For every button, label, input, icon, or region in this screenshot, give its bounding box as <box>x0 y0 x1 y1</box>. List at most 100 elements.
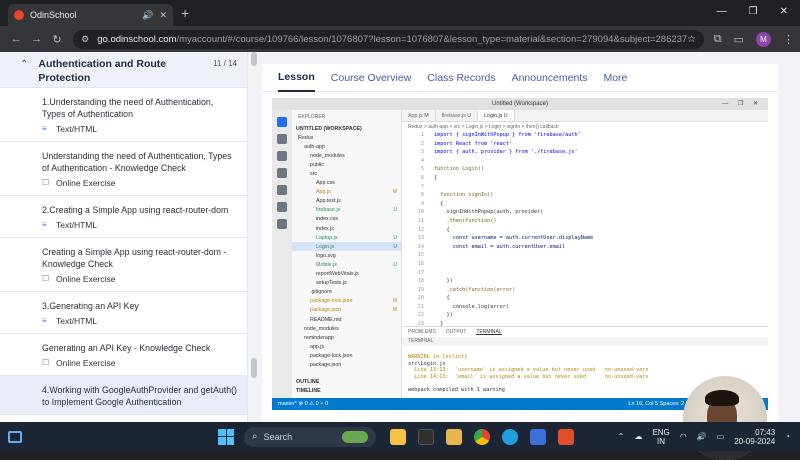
language-indicator[interactable]: ENG IN <box>652 428 669 446</box>
reload-icon[interactable]: ↻ <box>47 33 67 46</box>
bookmark-star-icon[interactable]: ☆ <box>687 34 696 45</box>
tab-announcements[interactable]: Announcements <box>512 64 588 92</box>
document-icon: ≡ <box>42 316 47 325</box>
code-lines: 1 import { signInWithPopup } from 'fireba… <box>402 131 768 337</box>
new-tab-icon[interactable]: + <box>181 5 189 21</box>
document-icon: ≡ <box>42 124 47 133</box>
code-line: 5 function Login() <box>420 166 484 173</box>
system-tray: ⌃ ☁ ENG IN ◠ 🔊 ▭ 07:43 20-09-2024 ◔ <box>618 428 800 446</box>
panel-tab: OUTPUT <box>445 329 467 335</box>
taskbar-search[interactable]: ⌕ Search <box>244 426 376 447</box>
tab-class-records[interactable]: Class Records <box>427 64 495 92</box>
store-icon[interactable] <box>530 428 546 445</box>
address-bar[interactable]: ⚙ go.odinschool.com/myaccount/#/course/1… <box>73 29 704 49</box>
restore-icon[interactable]: ❐ <box>749 6 758 17</box>
terminal-line: Line 13:13: 'username' is assigned a val… <box>408 367 649 374</box>
code-line: 12 { <box>417 226 450 233</box>
explorer-folder: src <box>310 171 318 178</box>
profile-avatar[interactable]: M <box>756 31 772 47</box>
panel-tab: PROBLEMS <box>408 329 436 335</box>
remote-icon <box>277 219 287 229</box>
lesson-title: Understanding the need of Authentication… <box>42 151 232 173</box>
site-info-icon[interactable]: ⚙ <box>81 34 89 45</box>
edge-icon[interactable] <box>502 428 518 445</box>
file-explorer-icon[interactable] <box>446 428 462 445</box>
terminal-line: src\Login.js <box>408 360 446 367</box>
chevron-up-icon[interactable]: ⌃ <box>20 59 28 70</box>
lesson-type: ≡ Text/HTML <box>42 316 98 326</box>
code-line: 20 { <box>417 295 450 302</box>
start-button[interactable] <box>218 428 234 445</box>
extensions-icon[interactable]: ⧉ <box>714 33 722 46</box>
explorer-file: index.js <box>316 225 334 232</box>
back-icon[interactable]: ← <box>6 33 26 45</box>
widgets-icon[interactable] <box>8 430 22 443</box>
code-line: 8 function signIn() <box>420 192 494 199</box>
tab-title: OdinSchool <box>30 10 77 20</box>
scrollbar-thumb[interactable] <box>251 358 257 378</box>
lesson-title: Creating a Simple App using react-router… <box>42 247 227 269</box>
explorer-file: package-lock.json <box>310 352 353 359</box>
lesson-video[interactable]: Untitled (Workspace) — ❐ ✕ EXPLORER UNTI… <box>272 98 768 410</box>
close-window-icon[interactable]: ✕ <box>780 6 788 17</box>
forward-icon[interactable]: → <box>26 33 46 45</box>
search-placeholder: Search <box>263 431 293 442</box>
brave-icon[interactable] <box>558 428 574 445</box>
clock[interactable]: 07:43 20-09-2024 <box>734 428 775 446</box>
explorer-folder: auth-app <box>304 143 325 150</box>
editor-tabs: App.js Mfirebase.js U Login.js U <box>402 110 768 122</box>
volume-icon[interactable]: 🔊 <box>697 432 707 441</box>
browser-tab[interactable]: OdinSchool 🔊 ✕ <box>8 4 173 26</box>
page-content: ⌃ Authentication and Route Protection 11… <box>0 52 800 460</box>
copilot-icon[interactable] <box>390 428 406 445</box>
tab-course-overview[interactable]: Course Overview <box>331 64 412 92</box>
close-icon[interactable]: ✕ <box>159 10 167 21</box>
exercise-icon: ☐ <box>42 358 50 367</box>
window-title: Untitled (Workspace) <box>492 101 548 107</box>
lesson-item[interactable]: 3.Generating an API Key ≡ Text/HTML <box>0 292 247 334</box>
lesson-item[interactable]: Generating an API Key - Knowledge Check ☐… <box>0 334 247 376</box>
explorer-file: Mobile.js U <box>316 261 397 268</box>
minimize-icon[interactable]: — <box>717 6 727 17</box>
source-control-icon <box>277 151 287 161</box>
section-header[interactable]: ⌃ Authentication and Route Protection 11… <box>0 52 247 88</box>
explorer-file: Login.js U <box>292 242 401 252</box>
lesson-title: 4.Working with GoogleAuthProvider and ge… <box>42 385 237 407</box>
tab-more[interactable]: More <box>603 64 627 92</box>
explorer-folder: reminderapp <box>304 334 334 341</box>
tab-lesson[interactable]: Lesson <box>278 64 315 92</box>
lesson-title: 3.Generating an API Key <box>42 301 139 311</box>
windows-taskbar: ⌕ Search ⌃ ☁ ENG IN ◠ 🔊 ▭ 07:43 20-09-2024… <box>0 422 800 451</box>
cloud-icon[interactable]: ☁ <box>634 432 642 441</box>
chrome-icon[interactable] <box>474 428 490 445</box>
show-hidden-icon[interactable]: ⌃ <box>618 432 625 441</box>
testing-icon <box>277 202 287 212</box>
lesson-type: ≡ Text/HTML <box>42 220 98 230</box>
code-line: 6{ <box>420 174 438 181</box>
scroll-up-thumb[interactable] <box>251 52 257 66</box>
lesson-item[interactable]: Understanding the need of Authentication… <box>0 142 247 196</box>
code-editor: App.js Mfirebase.js U Login.js U Redux > … <box>402 110 768 336</box>
section-count: 11 / 14 <box>213 59 237 68</box>
explorer-folder: node_modules <box>304 325 339 332</box>
workspace-title: UNTITLED (WORKSPACE) <box>296 125 362 132</box>
sidepanel-icon[interactable]: ▭ <box>734 33 744 46</box>
lesson-item[interactable]: Creating a Simple App using react-router… <box>0 238 247 292</box>
status-left: master* ⊗ 0 ⚠ 0 ⑂ 0 <box>278 401 329 407</box>
search-icon: ⌕ <box>252 431 258 442</box>
speaker-icon[interactable]: 🔊 <box>142 10 153 21</box>
battery-icon[interactable]: ▭ <box>717 432 725 441</box>
lesson-item[interactable]: 4.Working with GoogleAuthProvider and ge… <box>0 376 247 415</box>
wifi-icon[interactable]: ◠ <box>680 432 687 441</box>
menu-icon[interactable]: ⋮ <box>783 33 794 46</box>
notification-icon[interactable]: ◔ <box>785 432 790 441</box>
lesson-panel: Lesson Course Overview Class Records Announ… <box>262 64 778 422</box>
explorer-file: app.js <box>310 343 325 350</box>
lesson-item[interactable]: 2.Creating a Simple App using react-rout… <box>0 196 247 238</box>
outline-section: OUTLINE <box>296 379 320 386</box>
favicon-icon <box>14 10 24 20</box>
task-view-icon[interactable] <box>418 428 434 445</box>
lesson-type: ☐ Online Exercise <box>42 178 116 188</box>
lesson-item[interactable]: 1.Understanding the need of Authenticati… <box>0 88 247 142</box>
explorer-file: README.md <box>310 316 342 323</box>
